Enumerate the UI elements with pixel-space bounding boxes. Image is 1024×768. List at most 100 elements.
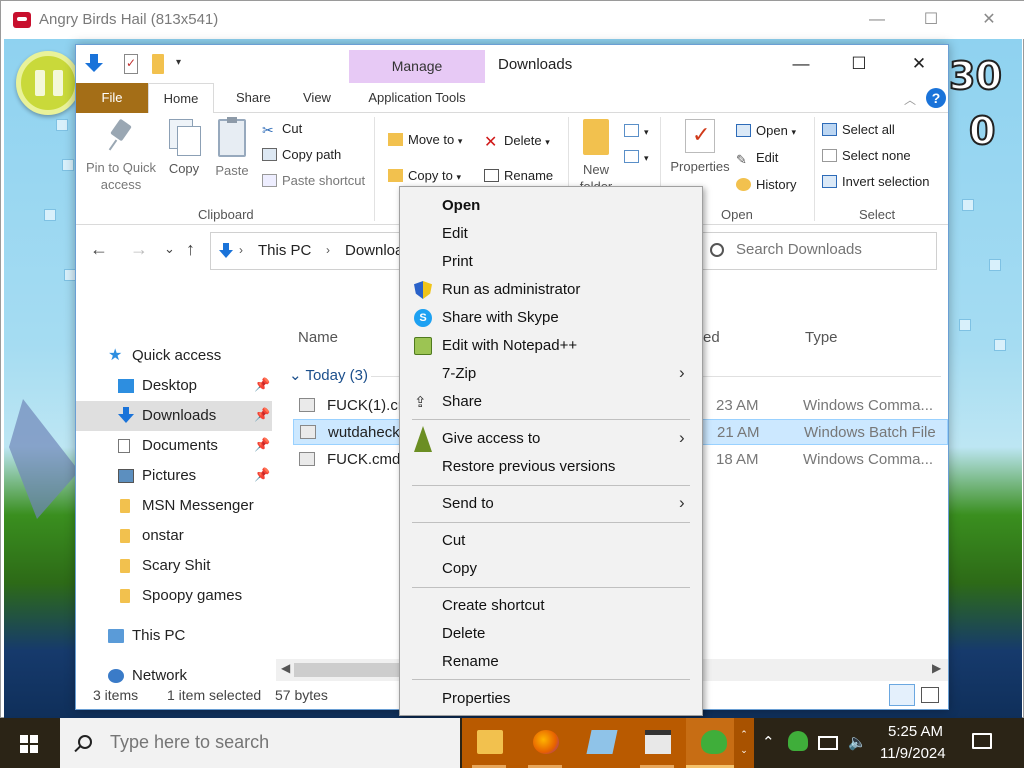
tab-share[interactable]: Share (222, 83, 285, 113)
history-button[interactable]: History (736, 177, 796, 192)
menu-item-edit-with-notepad-plus-plus[interactable]: Edit with Notepad++ (403, 332, 699, 360)
column-header-type[interactable]: Type (805, 329, 838, 346)
properties-icon[interactable] (124, 54, 138, 74)
group-header-today[interactable]: ⌄ Today (3) (289, 366, 368, 384)
pin-icon[interactable]: 📌 (254, 467, 270, 483)
taskbar-search-input[interactable] (110, 732, 440, 753)
new-folder-button[interactable]: New folder (576, 119, 616, 195)
back-arrow-icon[interactable]: ← (90, 239, 108, 260)
notification-center-icon[interactable] (972, 733, 992, 749)
game-close-button[interactable]: ✕ (960, 1, 1018, 39)
game-maximize-button[interactable]: ☐ (902, 1, 960, 39)
menu-item-properties[interactable]: Properties (403, 685, 699, 713)
menu-item-rename[interactable]: Rename (403, 648, 699, 676)
recent-locations-chevron-icon[interactable]: ⌄ (164, 241, 175, 257)
breadcrumb-separator-icon[interactable]: › (326, 243, 330, 257)
search-input[interactable] (736, 241, 926, 258)
move-to-button[interactable]: Move to ▾ (388, 132, 462, 147)
sidebar-item-quick-access[interactable]: ★ Quick access (76, 341, 272, 371)
new-item-button[interactable]: ▾ (624, 123, 649, 138)
menu-item-open[interactable]: Open (403, 192, 699, 220)
scroll-left-arrow-icon[interactable]: ◀ (281, 661, 290, 675)
explorer-minimize-button[interactable]: — (772, 45, 830, 83)
sidebar-item-onstar[interactable]: onstar (76, 521, 272, 551)
select-none-button[interactable]: Select none (822, 148, 911, 163)
up-arrow-icon[interactable]: ↑ (186, 239, 195, 260)
copy-button[interactable]: Copy (164, 119, 204, 176)
network-icon[interactable] (818, 736, 838, 750)
menu-item-share[interactable]: ⇪ Share (403, 388, 699, 416)
collapse-ribbon-chevron-icon[interactable]: ︿ (904, 91, 916, 108)
taskbar-search-box[interactable] (60, 718, 460, 768)
easy-access-button[interactable]: ▾ (624, 149, 649, 164)
show-hidden-icons-chevron-icon[interactable]: ⌃ (762, 733, 775, 751)
menu-item-give-access-to[interactable]: Give access to › (403, 425, 699, 453)
sidebar-item-spoopy-games[interactable]: Spoopy games (76, 581, 272, 611)
taskbar-app-notepad[interactable] (574, 718, 628, 768)
sidebar-item-msn-messenger[interactable]: MSN Messenger (76, 491, 272, 521)
manage-context-tab[interactable]: Manage (349, 50, 485, 83)
taskbar-overflow-icon[interactable]: ⌃ ⌄ (734, 718, 754, 768)
rename-button[interactable]: Rename (484, 168, 553, 183)
tab-view[interactable]: View (289, 83, 345, 113)
select-all-button[interactable]: Select all (822, 122, 895, 137)
menu-item-cut[interactable]: Cut (403, 527, 699, 555)
explorer-maximize-button[interactable]: ☐ (830, 45, 888, 83)
sidebar-item-pictures[interactable]: Pictures 📌 (76, 461, 272, 491)
sidebar-item-this-pc[interactable]: This PC (76, 621, 272, 651)
menu-item-delete[interactable]: Delete (403, 620, 699, 648)
scroll-right-arrow-icon[interactable]: ▶ (932, 661, 941, 675)
taskbar-app-firefox[interactable] (518, 718, 572, 768)
help-icon[interactable]: ? (926, 88, 946, 108)
paste-button[interactable]: Paste (212, 117, 252, 178)
new-folder-icon[interactable] (152, 54, 164, 74)
paste-shortcut-button[interactable]: Paste shortcut (262, 173, 365, 188)
sidebar-item-downloads[interactable]: Downloads 📌 (76, 401, 272, 431)
msn-tray-icon[interactable] (788, 731, 808, 751)
taskbar-app-file-explorer[interactable] (462, 718, 516, 768)
menu-item-share-with-skype[interactable]: S Share with Skype (403, 304, 699, 332)
pin-icon[interactable]: 📌 (254, 377, 270, 393)
copy-to-button[interactable]: Copy to ▾ (388, 168, 461, 183)
large-icons-view-icon[interactable] (921, 687, 939, 703)
sidebar-item-desktop[interactable]: Desktop 📌 (76, 371, 272, 401)
sidebar-item-documents[interactable]: Documents 📌 (76, 431, 272, 461)
menu-item-restore-previous-versions[interactable]: Restore previous versions (403, 453, 699, 481)
clock-date[interactable]: 11/9/2024 (880, 745, 946, 762)
menu-item-7-zip[interactable]: 7-Zip › (403, 360, 699, 388)
menu-item-create-shortcut[interactable]: Create shortcut (403, 592, 699, 620)
column-header-date-modified[interactable]: ed (703, 329, 720, 346)
clock-time[interactable]: 5:25 AM (888, 723, 943, 740)
pause-button[interactable] (16, 51, 80, 115)
open-button[interactable]: Open ▾ (736, 123, 796, 138)
tab-file[interactable]: File (76, 83, 148, 113)
start-button[interactable] (0, 718, 58, 768)
menu-item-copy[interactable]: Copy (403, 555, 699, 583)
volume-icon[interactable]: 🔈 (848, 733, 867, 751)
tab-application-tools[interactable]: Application Tools (349, 83, 485, 113)
taskbar-app-msn-messenger[interactable] (686, 718, 740, 768)
menu-item-edit[interactable]: Edit (403, 220, 699, 248)
pin-to-quick-access-button[interactable]: Pin to Quick access (82, 119, 160, 193)
menu-item-send-to[interactable]: Send to › (403, 490, 699, 518)
menu-item-run-as-administrator[interactable]: Run as administrator (403, 276, 699, 304)
breadcrumb-separator-icon[interactable]: › (239, 243, 243, 257)
taskbar-app-browser-window[interactable] (630, 718, 684, 768)
menu-item-print[interactable]: Print (403, 248, 699, 276)
address-bar[interactable]: › This PC › Downloads (210, 232, 419, 270)
game-minimize-button[interactable]: — (848, 1, 906, 39)
pin-icon[interactable]: 📌 (254, 437, 270, 453)
forward-arrow-icon[interactable]: → (130, 239, 148, 260)
tab-home[interactable]: Home (148, 83, 214, 114)
copy-path-button[interactable]: Copy path (262, 147, 341, 162)
search-box[interactable] (701, 232, 937, 270)
cut-button[interactable]: ✂ Cut (262, 121, 302, 138)
delete-button[interactable]: ✕ Delete ▾ (484, 132, 550, 151)
properties-button[interactable]: Properties (668, 119, 732, 174)
quick-access-toolbar-dropdown[interactable]: ▾ (176, 57, 181, 77)
pin-icon[interactable]: 📌 (254, 407, 270, 423)
sidebar-item-scary-shit[interactable]: Scary Shit (76, 551, 272, 581)
invert-selection-button[interactable]: Invert selection (822, 174, 929, 189)
breadcrumb-this-pc[interactable]: This PC (258, 242, 311, 259)
explorer-close-button[interactable]: ✕ (890, 45, 948, 83)
